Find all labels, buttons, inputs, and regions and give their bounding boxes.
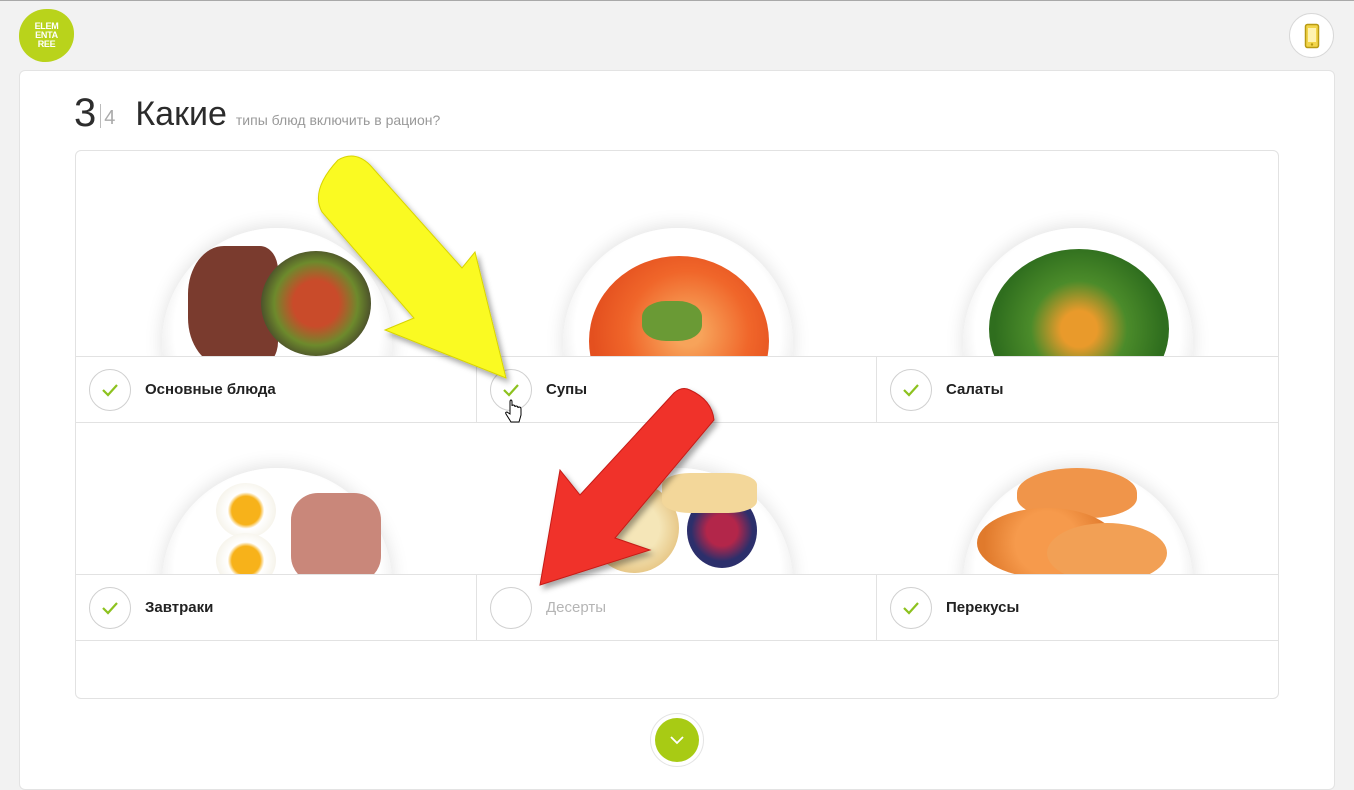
page-title: 3 4 Какие типы блюд включить в рацион?	[74, 88, 440, 133]
checkbox-desserts[interactable]	[490, 586, 532, 629]
category-grid: Основные блюда Супы Салаты Завтраки Десе…	[75, 150, 1279, 699]
step-current: 3	[74, 91, 97, 135]
category-label: Основные блюда	[145, 380, 276, 398]
check-icon	[903, 601, 919, 615]
checkbox-breakfasts[interactable]	[89, 586, 131, 629]
category-row-desserts[interactable]: Десерты	[477, 574, 878, 641]
melon-plate	[877, 423, 1278, 574]
steak-plate	[76, 151, 477, 356]
breakfast-plate	[76, 423, 477, 574]
top-border	[0, 0, 1354, 1]
checkbox-soups[interactable]	[490, 368, 532, 411]
phone-button[interactable]	[1289, 13, 1334, 58]
chevron-down-icon	[670, 736, 684, 745]
check-icon	[102, 383, 118, 397]
title-subtitle: типы блюд включить в рацион?	[235, 112, 441, 128]
category-row-breakfasts[interactable]: Завтраки	[76, 574, 477, 641]
check-icon	[903, 383, 919, 397]
category-label: Перекусы	[946, 598, 1020, 616]
category-row-soups[interactable]: Супы	[477, 356, 878, 423]
checkbox-main[interactable]	[89, 368, 131, 411]
next-button-circle[interactable]	[655, 718, 699, 762]
check-icon	[503, 383, 519, 397]
salad-plate	[877, 151, 1278, 356]
logo[interactable]: ELEM ENTA REE	[19, 9, 74, 62]
dessert-plate	[477, 423, 878, 574]
category-label: Завтраки	[145, 598, 214, 616]
logo-line-3: REE	[37, 39, 56, 49]
category-row-snacks[interactable]: Перекусы	[877, 574, 1278, 641]
checkbox-salads[interactable]	[890, 368, 932, 411]
category-row-main[interactable]: Основные блюда	[76, 356, 477, 423]
category-row-salads[interactable]: Салаты	[877, 356, 1278, 423]
step-total: 4	[104, 107, 116, 129]
category-label: Салаты	[946, 380, 1004, 398]
step-divider	[100, 104, 102, 128]
title-main: Какие	[135, 95, 227, 133]
next-step-button[interactable]	[650, 713, 704, 767]
category-label: Супы	[546, 380, 588, 398]
soup-plate	[477, 151, 878, 356]
check-icon	[102, 601, 118, 615]
checkbox-snacks[interactable]	[890, 586, 932, 629]
phone-icon	[1304, 23, 1319, 48]
category-label: Десерты	[546, 598, 607, 616]
